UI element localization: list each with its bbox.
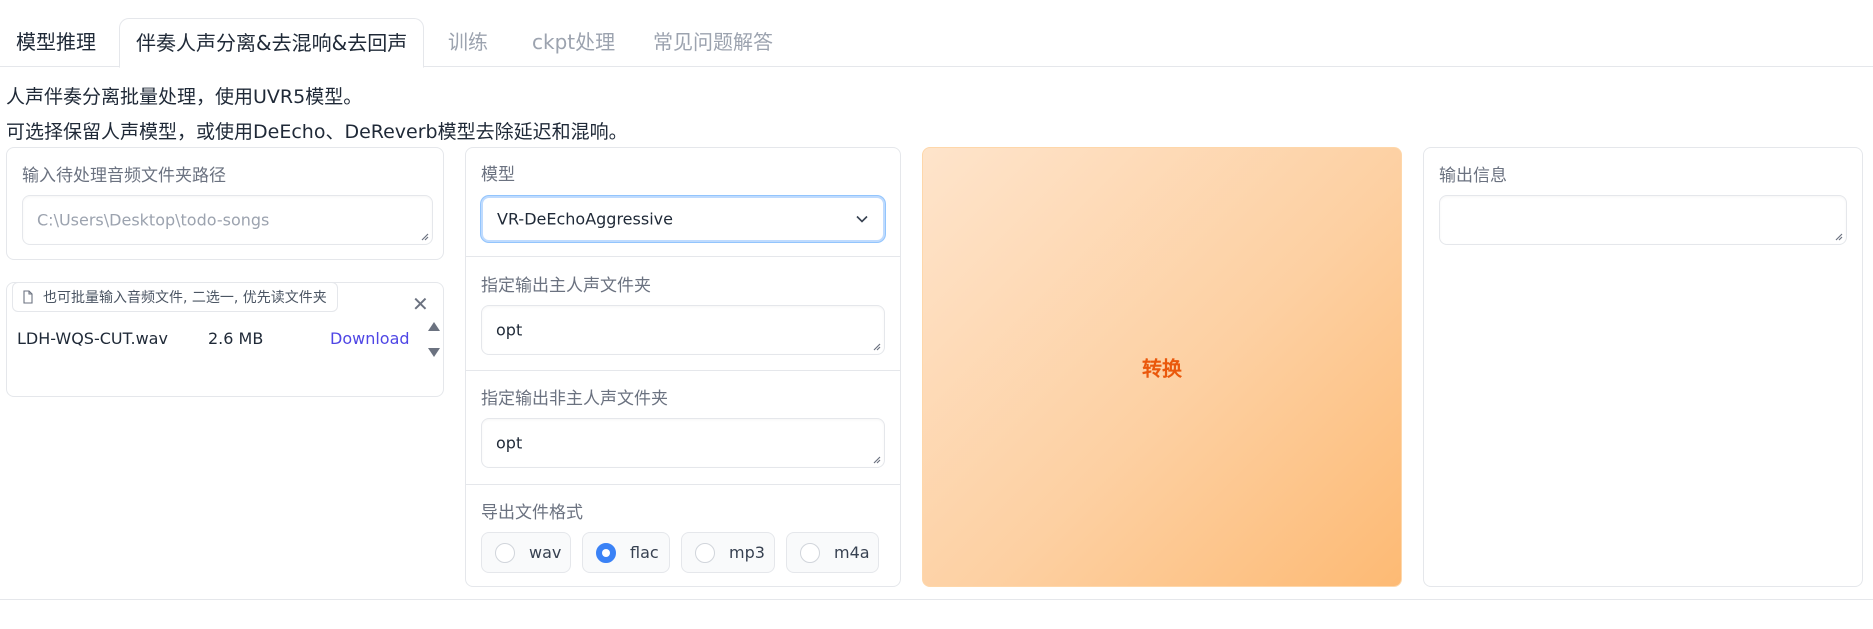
model-selected-value: VR-DeEchoAggressive [497,209,673,229]
format-option-mp3[interactable]: mp3 [681,532,775,573]
input-folder-field[interactable]: C:\Users\Desktop\todo-songs [22,195,433,245]
vocal-output-value: opt [496,320,523,340]
tab-vocal-separation[interactable]: 伴奏人声分离&去混响&去回声 [119,18,425,68]
file-upload-label: 也可批量输入音频文件, 二选一, 优先读文件夹 [12,282,338,312]
input-folder-label: 输入待处理音频文件夹路径 [22,166,226,186]
tab-faq[interactable]: 常见问题解答 [637,18,789,67]
description-line-2: 可选择保留人声模型，或使用DeEcho、DeReverb模型去除延迟和混响。 [6,121,628,143]
file-size: 2.6 MB [208,329,264,348]
export-format-label: 导出文件格式 [481,503,583,523]
clear-files-close-icon[interactable]: ✕ [412,294,429,314]
instrumental-output-value: opt [496,433,523,453]
vocal-output-label: 指定输出主人声文件夹 [481,276,651,296]
file-download-link[interactable]: Download [330,329,410,348]
tab-training[interactable]: 训练 [432,18,504,67]
scroll-down-arrow-icon[interactable] [428,348,440,357]
format-option-label: m4a [834,543,870,562]
input-folder-panel: 输入待处理音频文件夹路径 C:\Users\Desktop\todo-songs [6,147,444,260]
file-icon [23,290,33,304]
radio-icon [695,542,715,563]
resize-handle-icon[interactable] [419,231,429,241]
file-name: LDH-WQS-CUT.wav [17,329,168,348]
output-info-field[interactable] [1439,195,1847,245]
instrumental-output-label: 指定输出非主人声文件夹 [481,389,668,409]
file-upload-label-text: 也可批量输入音频文件, 二选一, 优先读文件夹 [43,290,327,306]
model-label: 模型 [481,165,515,185]
resize-handle-icon[interactable] [1833,231,1843,241]
divider [465,370,901,371]
resize-handle-icon[interactable] [871,454,881,464]
tab-bar: 模型推理 伴奏人声分离&去混响&去回声 训练 ckpt处理 常见问题解答 [0,0,1873,68]
instrumental-output-field[interactable]: opt [481,418,885,468]
radio-icon [800,542,820,563]
output-info-label: 输出信息 [1439,166,1507,186]
format-option-label: mp3 [729,543,765,562]
format-option-m4a[interactable]: m4a [786,532,879,573]
output-info-panel: 输出信息 [1423,147,1863,587]
format-option-label: wav [529,543,562,562]
description-line-1: 人声伴奏分离批量处理，使用UVR5模型。 [6,86,363,108]
chevron-down-icon [856,215,868,223]
vocal-output-field[interactable]: opt [481,305,885,355]
convert-button[interactable]: 转换 [922,147,1402,587]
model-select[interactable]: VR-DeEchoAggressive [481,196,885,242]
radio-icon [495,542,515,563]
resize-handle-icon[interactable] [871,341,881,351]
format-option-flac[interactable]: flac [582,532,670,573]
radio-checked-icon [596,542,616,563]
convert-button-label: 转换 [1142,356,1182,381]
scroll-up-arrow-icon[interactable] [428,322,440,331]
input-folder-placeholder: C:\Users\Desktop\todo-songs [37,210,270,230]
divider [465,256,901,257]
divider [465,484,901,485]
tab-ckpt-processing[interactable]: ckpt处理 [516,18,631,67]
tab-model-inference[interactable]: 模型推理 [0,18,112,67]
page-divider [0,599,1873,600]
format-option-label: flac [630,543,659,562]
format-option-wav[interactable]: wav [481,532,571,573]
